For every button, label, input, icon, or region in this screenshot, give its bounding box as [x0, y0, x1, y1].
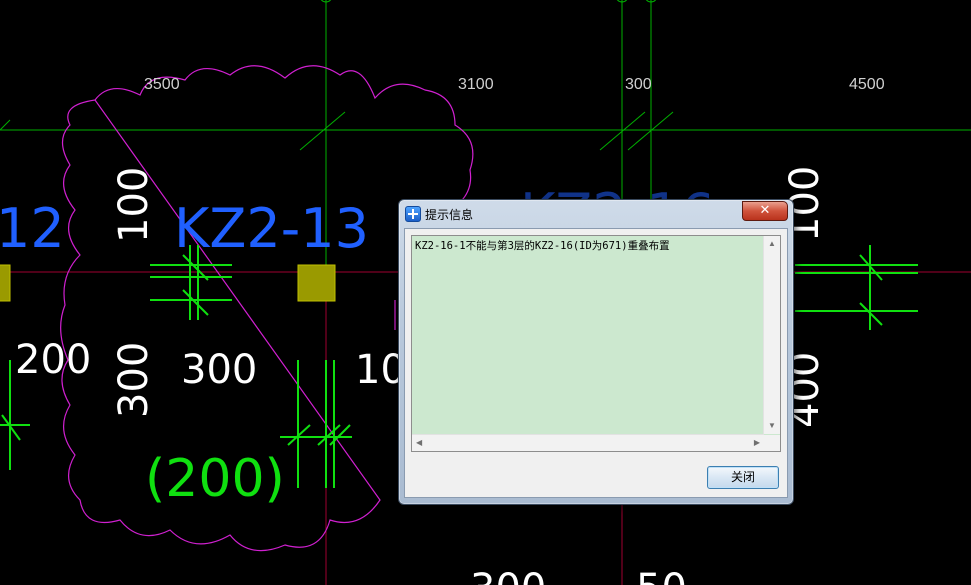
message-text: KZ2-16-1不能与第3层的KZ2-16(ID为671)重叠布置	[415, 240, 670, 252]
column-label: 12	[0, 197, 65, 260]
vertical-scrollbar[interactable]: ▲ ▼	[763, 236, 780, 434]
dimension-label: 4500	[849, 76, 885, 93]
app-icon	[405, 206, 421, 222]
close-button[interactable]: 关闭	[707, 466, 779, 489]
column-square[interactable]	[0, 264, 11, 302]
message-textbox[interactable]: KZ2-16-1不能与第3层的KZ2-16(ID为671)重叠布置 ▲ ▼ ◀ …	[411, 235, 781, 452]
size-label: 50	[636, 566, 687, 585]
bracket-size-label: (200)	[145, 449, 285, 509]
size-label: 300	[470, 566, 546, 585]
scroll-down-icon[interactable]: ▼	[768, 422, 776, 430]
dialog-title: 提示信息	[425, 208, 474, 222]
dimension-label: 3500	[144, 76, 180, 93]
size-label: 100	[111, 167, 157, 243]
dim-tick	[0, 119, 11, 131]
dimension-label: 300	[625, 76, 652, 93]
column-square[interactable]	[297, 264, 336, 302]
scroll-left-icon[interactable]: ◀	[416, 439, 422, 447]
size-label: 300	[181, 347, 257, 393]
size-label: 300	[111, 342, 157, 418]
rebar-symbol	[795, 245, 918, 330]
dialog-body: KZ2-16-1不能与第3层的KZ2-16(ID为671)重叠布置 ▲ ▼ ◀ …	[404, 228, 788, 498]
horizontal-scrollbar[interactable]: ◀ ▶	[412, 434, 764, 451]
dim-tick	[299, 111, 346, 151]
message-dialog[interactable]: 提示信息 ✕ KZ2-16-1不能与第3层的KZ2-16(ID为671)重叠布置…	[398, 199, 794, 505]
size-label: 200	[15, 337, 91, 383]
dialog-titlebar[interactable]: 提示信息 ✕	[399, 200, 793, 228]
rebar-symbol	[280, 360, 352, 488]
scroll-up-icon[interactable]: ▲	[768, 240, 776, 248]
scroll-right-icon[interactable]: ▶	[754, 439, 760, 447]
dimension-label: 3100	[458, 76, 494, 93]
column-label: KZ2-13	[174, 197, 369, 260]
scroll-corner	[764, 435, 780, 451]
close-icon[interactable]: ✕	[742, 201, 788, 221]
